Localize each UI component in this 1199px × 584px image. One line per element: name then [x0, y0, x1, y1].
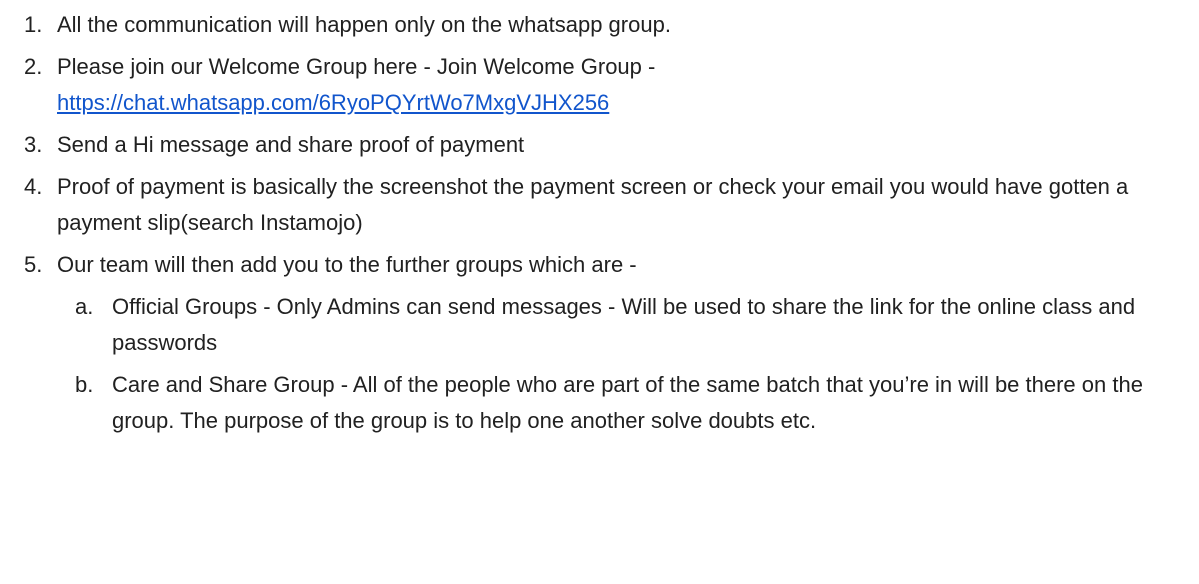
list-marker: 5. [24, 252, 43, 277]
sub-list-item-a: a. Official Groups - Only Admins can sen… [0, 289, 1199, 361]
list-marker: 1. [24, 12, 43, 37]
sub-list-item-text: Official Groups - Only Admins can send m… [112, 294, 1136, 355]
list-item-2: 2. Please join our Welcome Group here - … [0, 49, 1199, 121]
list-item-5: 5. Our team will then add you to the fur… [0, 247, 1199, 283]
list-marker: 4. [24, 174, 43, 199]
list-marker: 3. [24, 132, 43, 157]
list-item-content: Please join our Welcome Group here - Joi… [57, 49, 1177, 121]
list-item-text: All the communication will happen only o… [57, 12, 671, 37]
list-item-1: 1. All the communication will happen onl… [0, 7, 1199, 43]
list-marker: 2. [24, 54, 43, 79]
whatsapp-group-link[interactable]: https://chat.whatsapp.com/6RyoPQYrtWo7Mx… [57, 90, 609, 115]
list-item-text: Send a Hi message and share proof of pay… [57, 132, 525, 157]
sub-list-item-b: b. Care and Share Group - All of the peo… [0, 367, 1199, 439]
sub-list-item-text: Care and Share Group - All of the people… [112, 372, 1143, 433]
sub-list-marker: a. [75, 294, 94, 319]
list-item-text: Proof of payment is basically the screen… [57, 174, 1129, 235]
sub-list-marker: b. [75, 372, 94, 397]
list-item-text: Please join our Welcome Group here - Joi… [57, 54, 656, 79]
list-item-text: Our team will then add you to the furthe… [57, 252, 637, 277]
list-item-4: 4. Proof of payment is basically the scr… [0, 169, 1199, 241]
list-item-3: 3. Send a Hi message and share proof of … [0, 127, 1199, 163]
instructions-document: 1. All the communication will happen onl… [0, 0, 1199, 439]
